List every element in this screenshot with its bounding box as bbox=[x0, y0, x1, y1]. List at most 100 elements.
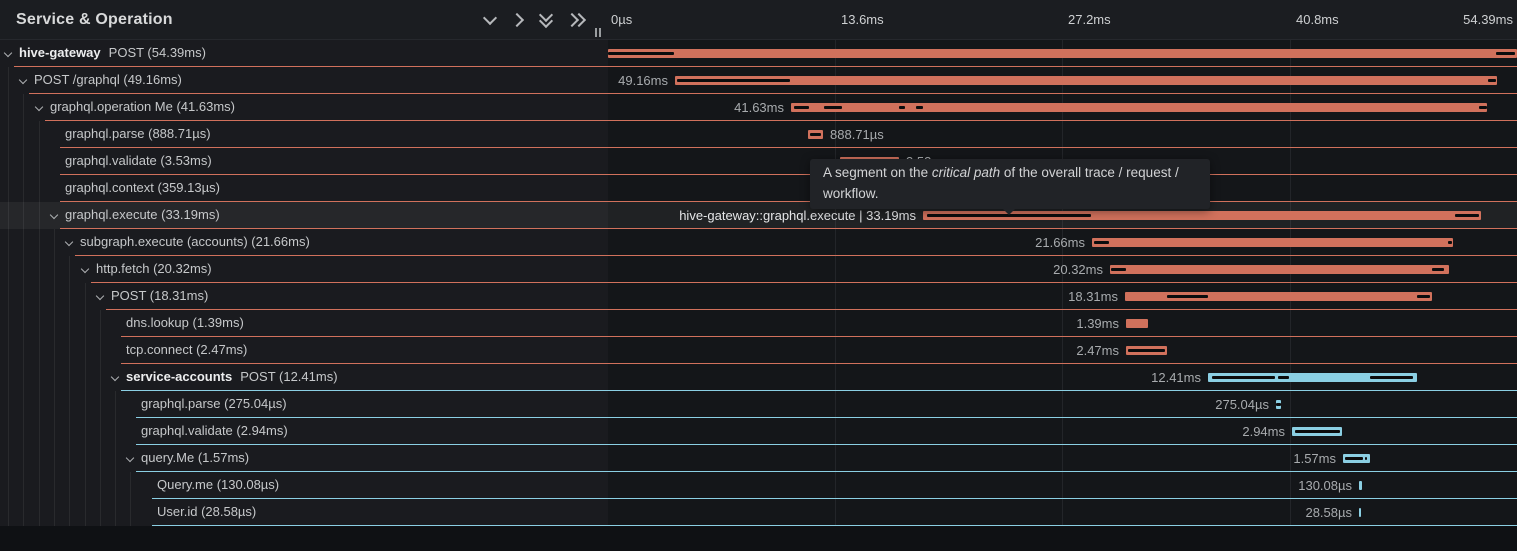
chevron-down-icon[interactable] bbox=[19, 77, 29, 87]
indent-guide bbox=[115, 391, 116, 418]
span-duration-label: 2.94ms bbox=[1242, 418, 1285, 445]
chevron-down-icon[interactable] bbox=[65, 239, 75, 249]
chevron-down-icon[interactable] bbox=[482, 13, 498, 27]
indent-guide bbox=[8, 229, 9, 256]
chevron-down-icon[interactable] bbox=[96, 293, 106, 303]
trace-row-dns-lookup[interactable]: dns.lookup (1.39ms) 1.39ms bbox=[0, 310, 1517, 337]
trace-row-http-fetch[interactable]: http.fetch (20.32ms)20.32ms bbox=[0, 256, 1517, 283]
indent-guide bbox=[23, 229, 24, 256]
indent-guide bbox=[54, 256, 55, 283]
chevron-down-icon[interactable] bbox=[50, 212, 60, 222]
indent-guide bbox=[100, 391, 101, 418]
span-bar[interactable] bbox=[1359, 481, 1362, 490]
indent-guide bbox=[8, 337, 9, 364]
trace-row-post[interactable]: POST (18.31ms)18.31ms bbox=[0, 283, 1517, 310]
indent-guide bbox=[100, 499, 101, 526]
span-bar[interactable] bbox=[1126, 319, 1148, 328]
span-name-label: graphql.execute (33.19ms) bbox=[65, 202, 220, 228]
indent-guide bbox=[8, 391, 9, 418]
span-bar[interactable] bbox=[608, 49, 1517, 58]
trace-row-post-graphql[interactable]: POST /graphql (49.16ms)49.16ms bbox=[0, 67, 1517, 94]
trace-row-query-me-resolver[interactable]: Query.me (130.08µs) 130.08µs bbox=[0, 472, 1517, 499]
trace-row-hive-gateway-post[interactable]: hive-gatewayPOST (54.39ms) bbox=[0, 40, 1517, 67]
trace-row-graphql-context[interactable]: graphql.context (359.13µs)359.13µs bbox=[0, 175, 1517, 202]
indent-guide bbox=[115, 418, 116, 445]
span-bar[interactable] bbox=[1208, 373, 1417, 382]
trace-row-graphql-execute[interactable]: graphql.execute (33.19ms)hive-gateway::g… bbox=[0, 202, 1517, 229]
service-name: hive-gateway bbox=[19, 45, 101, 60]
indent-guide bbox=[54, 472, 55, 499]
span-name-label: dns.lookup (1.39ms) bbox=[126, 310, 244, 336]
chevron-down-icon[interactable] bbox=[126, 455, 136, 465]
timeline-tick: 27.2ms bbox=[1068, 0, 1111, 39]
indent-guide bbox=[85, 472, 86, 499]
indent-guide bbox=[39, 310, 40, 337]
indent-guide bbox=[8, 175, 9, 202]
span-name-label: graphql.validate (3.53ms) bbox=[65, 148, 212, 174]
chevron-right-glyph bbox=[510, 13, 524, 27]
critical-path-segment bbox=[1365, 457, 1367, 460]
span-name-label: User.id (28.58µs) bbox=[157, 499, 256, 525]
trace-row-graphql-operation-me[interactable]: graphql.operation Me (41.63ms)41.63ms bbox=[0, 94, 1517, 121]
double-chevron-down-icon[interactable] bbox=[538, 10, 554, 24]
indent-guide bbox=[39, 472, 40, 499]
trace-row-graphql-parse-1[interactable]: graphql.parse (888.71µs) 888.71µs bbox=[0, 121, 1517, 148]
critical-path-segment bbox=[916, 106, 923, 109]
span-bar[interactable] bbox=[1110, 265, 1449, 274]
trace-row-query-me[interactable]: query.Me (1.57ms)1.57ms bbox=[0, 445, 1517, 472]
tooltip-text: A segment on the bbox=[823, 165, 932, 180]
indent-guide bbox=[85, 418, 86, 445]
span-bar[interactable] bbox=[1343, 454, 1370, 463]
indent-guide bbox=[39, 391, 40, 418]
chevron-down-icon[interactable] bbox=[111, 374, 121, 384]
indent-guide bbox=[39, 337, 40, 364]
chevron-down-icon[interactable] bbox=[4, 50, 14, 60]
operation-name: graphql.validate (3.53ms) bbox=[65, 153, 212, 168]
column-resize-handle[interactable] bbox=[594, 24, 604, 34]
operation-name: graphql.parse (888.71µs) bbox=[65, 126, 211, 141]
critical-path-segment bbox=[824, 106, 842, 109]
critical-path-segment bbox=[1295, 430, 1340, 433]
chevron-right-icon[interactable] bbox=[510, 13, 526, 27]
trace-row-service-accounts-post[interactable]: service-accountsPOST (12.41ms)12.41ms bbox=[0, 364, 1517, 391]
trace-row-graphql-validate-1[interactable]: graphql.validate (3.53ms)3.53ms bbox=[0, 148, 1517, 175]
critical-path-segment bbox=[1167, 295, 1208, 298]
trace-viewer-panel: Service & Operation 0µs13.6ms27.2ms40.8m… bbox=[0, 0, 1517, 551]
span-bar[interactable] bbox=[1359, 508, 1361, 517]
trace-row-tcp-connect[interactable]: tcp.connect (2.47ms)2.47ms bbox=[0, 337, 1517, 364]
operation-name: dns.lookup (1.39ms) bbox=[126, 315, 244, 330]
trace-row-user-id[interactable]: User.id (28.58µs)28.58µs bbox=[0, 499, 1517, 526]
span-bar[interactable] bbox=[1126, 346, 1167, 355]
operation-name: Query.me (130.08µs) bbox=[157, 477, 279, 492]
span-duration-label: 130.08µs bbox=[1298, 472, 1352, 499]
span-duration-label: 888.71µs bbox=[830, 121, 884, 148]
indent-guide bbox=[8, 418, 9, 445]
chevron-down-glyph bbox=[483, 11, 497, 25]
indent-guide bbox=[23, 472, 24, 499]
indent-guide bbox=[115, 445, 116, 472]
span-duration-label: 1.39ms bbox=[1076, 310, 1119, 337]
indent-guide bbox=[54, 499, 55, 526]
critical-path-segment bbox=[1496, 52, 1515, 55]
trace-row-graphql-validate-2[interactable]: graphql.validate (2.94ms)2.94ms bbox=[0, 418, 1517, 445]
chevron-down-glyph bbox=[35, 103, 43, 111]
span-bar[interactable] bbox=[675, 76, 1497, 85]
indent-guide bbox=[8, 67, 9, 94]
span-bar[interactable] bbox=[791, 103, 1487, 112]
span-bar[interactable] bbox=[1092, 238, 1453, 247]
trace-row-graphql-parse-2[interactable]: graphql.parse (275.04µs)275.04µs bbox=[0, 391, 1517, 418]
trace-row-subgraph-execute-accounts[interactable]: subgraph.execute (accounts) (21.66ms)21.… bbox=[0, 229, 1517, 256]
chevron-down-icon[interactable] bbox=[81, 266, 91, 276]
operation-name: graphql.operation Me (41.63ms) bbox=[50, 99, 235, 114]
double-chevron-right-icon[interactable] bbox=[565, 13, 581, 27]
span-bar[interactable] bbox=[1276, 400, 1281, 409]
span-bar[interactable] bbox=[1292, 427, 1342, 436]
operation-name: tcp.connect (2.47ms) bbox=[126, 342, 247, 357]
chevron-down-glyph bbox=[111, 373, 119, 381]
chevron-down-icon[interactable] bbox=[35, 104, 45, 114]
span-bar[interactable] bbox=[1125, 292, 1432, 301]
timeline-tick: 54.39ms bbox=[1463, 0, 1513, 39]
span-bar[interactable] bbox=[808, 130, 823, 139]
span-name-label: graphql.context (359.13µs) bbox=[65, 175, 220, 201]
tooltip-text-italic: critical path bbox=[932, 165, 1000, 180]
